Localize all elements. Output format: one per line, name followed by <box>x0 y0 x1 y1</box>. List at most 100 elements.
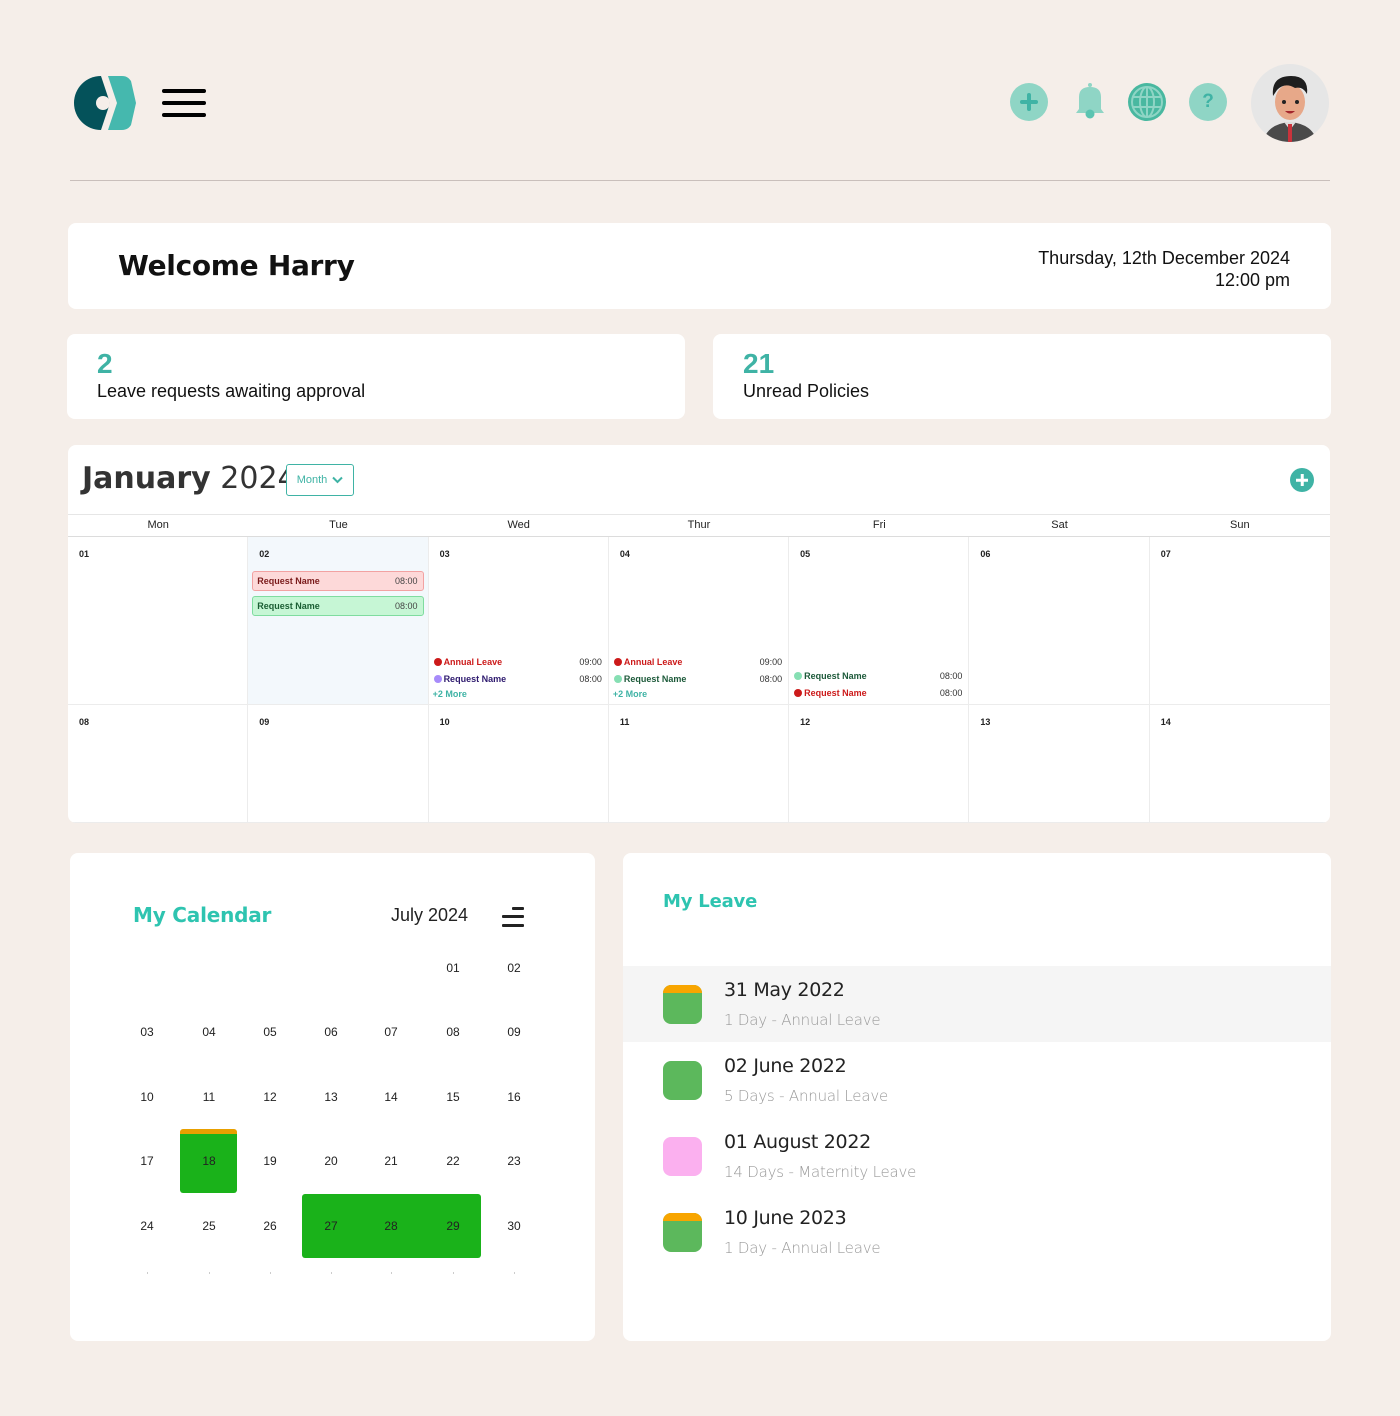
leave-list-item[interactable]: 02 June 2022 5 Days - Annual Leave <box>623 1042 1331 1118</box>
event-time: 09:00 <box>579 657 602 667</box>
welcome-heading: Welcome Harry <box>118 249 355 282</box>
event-name: Request Name <box>623 674 687 684</box>
event-item[interactable]: Annual Leave 09:00 <box>433 655 602 669</box>
more-events-link[interactable]: +2 More <box>613 689 647 699</box>
day-number: 02 <box>259 549 270 559</box>
my-leave-card: My Leave 31 May 2022 1 Day - Annual Leave… <box>623 853 1331 1341</box>
status-dot-icon <box>794 689 803 697</box>
next-row-marker <box>270 1272 271 1274</box>
event-time: 08:00 <box>395 601 418 611</box>
team-calendar: January 2024 Month Mon Tue Wed Thur Fri … <box>68 445 1330 823</box>
event-name: Annual Leave <box>443 657 503 667</box>
status-dot-icon <box>433 658 442 666</box>
mini-calendar-day[interactable]: 29 <box>433 1219 473 1233</box>
mini-calendar-day[interactable]: 14 <box>371 1090 411 1104</box>
event-item[interactable]: Annual Leave 09:00 <box>613 655 782 669</box>
hamburger-menu-button[interactable] <box>162 89 206 117</box>
day-cell[interactable]: 14 <box>1149 705 1330 823</box>
mini-calendar-day[interactable]: 15 <box>433 1090 473 1104</box>
day-number: 08 <box>79 717 90 727</box>
current-datetime: Thursday, 12th December 2024 12:00 pm <box>1038 247 1290 291</box>
day-number: 14 <box>1160 717 1171 727</box>
mini-calendar-day[interactable]: 20 <box>311 1154 351 1168</box>
mini-calendar-day[interactable]: 18 <box>189 1154 229 1168</box>
day-cell[interactable]: 09 <box>248 705 429 823</box>
leave-type-icon <box>663 1137 702 1176</box>
my-leave-title: My Leave <box>663 891 758 912</box>
day-cell[interactable]: 03 Annual Leave 09:00 Request Name 08:00… <box>428 537 609 705</box>
mini-calendar-day[interactable]: 10 <box>127 1090 167 1104</box>
day-cell[interactable]: 01 <box>68 537 249 705</box>
calendar-view-select[interactable]: Month <box>286 464 354 496</box>
event-pill-approved[interactable]: Request Name 08:00 <box>252 596 424 616</box>
current-time: 12:00 pm <box>1214 270 1290 290</box>
mini-calendar-day[interactable]: 16 <box>494 1090 534 1104</box>
day-cell-today[interactable]: 02 Request Name 08:00 Request Name 08:00 <box>248 537 429 705</box>
mini-calendar-day[interactable]: 22 <box>433 1154 473 1168</box>
mini-calendar-day[interactable]: 30 <box>494 1219 534 1233</box>
mini-calendar-day[interactable]: 09 <box>494 1025 534 1039</box>
event-time: 08:00 <box>939 671 963 681</box>
day-cell[interactable]: 07 <box>1149 537 1330 705</box>
mini-calendar-day[interactable]: 23 <box>494 1154 534 1168</box>
mini-calendar-day[interactable]: 07 <box>371 1025 411 1039</box>
day-cell[interactable]: 11 <box>608 705 790 823</box>
day-cell[interactable]: 13 <box>969 705 1150 823</box>
notifications-button[interactable] <box>1073 82 1107 120</box>
add-event-button[interactable] <box>1290 468 1314 492</box>
day-cell[interactable]: 12 <box>789 705 970 823</box>
calendar-grid: 01 02 Request Name 08:00 Request Name 08… <box>68 537 1330 823</box>
app-logo[interactable] <box>70 75 136 131</box>
help-button[interactable]: ? <box>1189 83 1227 121</box>
day-cell[interactable]: 06 <box>969 537 1150 705</box>
mini-calendar-day[interactable]: 28 <box>371 1219 411 1233</box>
day-number: 03 <box>439 549 450 559</box>
event-item[interactable]: Request Name 08:00 <box>794 686 962 700</box>
event-pill-rejected[interactable]: Request Name 08:00 <box>252 571 424 591</box>
mini-calendar-day[interactable]: 26 <box>250 1219 290 1233</box>
day-cell[interactable]: 10 <box>428 705 609 823</box>
mini-calendar-day[interactable]: 17 <box>127 1154 167 1168</box>
day-cell[interactable]: 08 <box>68 705 249 823</box>
language-button[interactable] <box>1128 83 1166 121</box>
mini-calendar-day[interactable]: 12 <box>250 1090 290 1104</box>
calendar-month: January <box>82 461 211 496</box>
day-number: 07 <box>1160 549 1171 559</box>
mini-calendar-day[interactable]: 06 <box>311 1025 351 1039</box>
day-cell[interactable]: 04 Annual Leave 09:00 Request Name 08:00… <box>608 537 790 705</box>
event-item[interactable]: Request Name 08:00 <box>433 672 602 686</box>
leave-list-item[interactable]: 31 May 2022 1 Day - Annual Leave <box>623 966 1331 1042</box>
mini-calendar-day[interactable]: 04 <box>189 1025 229 1039</box>
mini-calendar-day[interactable]: 11 <box>189 1090 229 1104</box>
mini-calendar-day[interactable]: 01 <box>433 961 473 975</box>
mini-calendar-day[interactable]: 13 <box>311 1090 351 1104</box>
add-button[interactable] <box>1010 83 1048 121</box>
mini-calendar-day[interactable]: 24 <box>127 1219 167 1233</box>
mini-calendar-day[interactable]: 25 <box>189 1219 229 1233</box>
mini-calendar-day[interactable]: 08 <box>433 1025 473 1039</box>
user-avatar[interactable] <box>1251 64 1329 142</box>
mini-calendar-day[interactable]: 03 <box>127 1025 167 1039</box>
leave-list-item[interactable]: 10 June 2023 1 Day - Annual Leave <box>623 1194 1331 1270</box>
leave-list-item[interactable]: 01 August 2022 14 Days - Maternity Leave <box>623 1118 1331 1194</box>
more-events-link[interactable]: +2 More <box>433 689 467 699</box>
event-name: Request Name <box>257 601 320 611</box>
leave-type-icon <box>663 1213 702 1252</box>
event-item[interactable]: Request Name 08:00 <box>794 669 962 683</box>
pending-leave-requests-card[interactable]: 2 Leave requests awaiting approval <box>67 334 685 419</box>
status-dot-icon <box>794 672 803 680</box>
mini-calendar-day[interactable]: 19 <box>250 1154 290 1168</box>
calendar-menu-button[interactable] <box>502 905 526 927</box>
event-item[interactable]: Request Name 08:00 <box>613 672 782 686</box>
mini-calendar-day[interactable]: 02 <box>494 961 534 975</box>
mini-calendar-day[interactable]: 27 <box>311 1219 351 1233</box>
event-time: 08:00 <box>395 576 418 586</box>
mini-calendar-day[interactable]: 05 <box>250 1025 290 1039</box>
day-number: 10 <box>439 717 450 727</box>
leave-date: 02 June 2022 <box>724 1055 847 1077</box>
unread-policies-card[interactable]: 21 Unread Policies <box>713 334 1331 419</box>
status-dot-icon <box>613 658 622 666</box>
half-day-indicator <box>663 1213 702 1221</box>
mini-calendar-day[interactable]: 21 <box>371 1154 411 1168</box>
day-cell[interactable]: 05 Request Name 08:00 Request Name 08:00 <box>789 537 970 705</box>
